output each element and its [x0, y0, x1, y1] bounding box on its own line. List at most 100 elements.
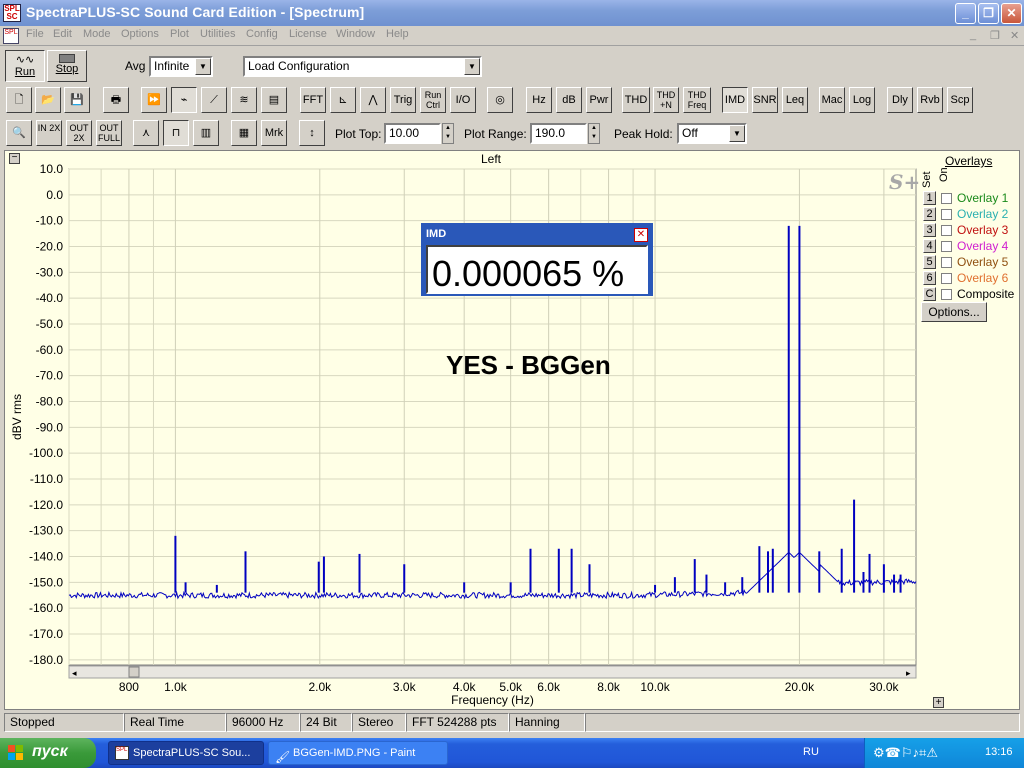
axis-button[interactable]: ⊾ — [330, 87, 356, 113]
bar-mode-button[interactable]: ⊓ — [163, 120, 189, 146]
dly-button[interactable]: Dly — [887, 87, 913, 113]
overlay-set-button[interactable]: 6 — [923, 271, 936, 285]
overlay-set-button[interactable]: C — [923, 287, 936, 301]
thd-button[interactable]: THD — [622, 87, 650, 113]
mdi-minimize-button[interactable]: _ — [970, 29, 976, 41]
fast-forward-button[interactable]: ⏩ — [141, 87, 167, 113]
spectrogram-button[interactable]: ≋ — [231, 87, 257, 113]
chevron-down-icon[interactable]: ▼ — [195, 58, 211, 75]
zoom-out-2x-button[interactable]: OUT 2X — [66, 120, 92, 146]
overlay-options-button[interactable]: Options... — [921, 302, 987, 322]
app-icon[interactable]: SPL SC — [3, 4, 21, 22]
chevron-down-icon[interactable]: ▼ — [729, 125, 745, 142]
plot-range-spinner[interactable]: ▲ ▼ — [588, 123, 600, 144]
config-select[interactable]: Load Configuration ▼ — [243, 56, 482, 77]
plot-range-input[interactable]: 190.0 — [530, 123, 587, 144]
y-tick-label: -110.0 — [30, 472, 63, 486]
menu-options[interactable]: Options — [121, 28, 159, 40]
io-button[interactable]: I/O — [450, 87, 476, 113]
menu-edit[interactable]: Edit — [53, 28, 72, 40]
trig-button[interactable]: Trig — [390, 87, 416, 113]
menu-file[interactable]: File — [26, 28, 44, 40]
menu-mode[interactable]: Mode — [83, 28, 111, 40]
overlay-checkbox[interactable] — [941, 257, 952, 268]
menu-plot[interactable]: Plot — [170, 28, 189, 40]
imd-meter-window[interactable]: IMD ✕ 0.000065 % — [421, 223, 653, 296]
octave-mode-button[interactable]: ▥ — [193, 120, 219, 146]
minimize-button[interactable]: _ — [955, 3, 976, 24]
signal-generator-button[interactable]: ◎ — [487, 87, 513, 113]
log-button[interactable]: Log — [849, 87, 875, 113]
imd-button[interactable]: IMD — [722, 87, 748, 113]
rvb-button[interactable]: Rvb — [917, 87, 943, 113]
weighting-icon: ⋀ — [368, 94, 378, 106]
overlay-set-button[interactable]: 1 — [923, 191, 936, 205]
thd-freq-button[interactable]: THD Freq — [683, 87, 711, 113]
peak-hold-select[interactable]: Off ▼ — [677, 123, 747, 144]
menu-help[interactable]: Help — [386, 28, 409, 40]
language-indicator[interactable]: RU — [803, 746, 819, 758]
zoom-out-full-button[interactable]: OUT FULL — [96, 120, 122, 146]
menu-config[interactable]: Config — [246, 28, 278, 40]
spectrum-mode-button[interactable]: ⌁ — [171, 87, 197, 113]
menu-utilities[interactable]: Utilities — [200, 28, 235, 40]
pwr-button[interactable]: Pwr — [586, 87, 612, 113]
peak-mode-button[interactable]: ⋏ — [133, 120, 159, 146]
start-button[interactable]: пуск — [0, 738, 96, 768]
stop-button[interactable]: Stop — [47, 50, 87, 82]
chevron-down-icon[interactable]: ▼ — [464, 58, 480, 75]
overlay-checkbox[interactable] — [941, 273, 952, 284]
open-file-button[interactable]: 📂 — [35, 87, 61, 113]
thd-n-button[interactable]: THD +N — [653, 87, 679, 113]
autoscale-button[interactable]: ↕ — [299, 120, 325, 146]
new-file-button[interactable]: 🗋 — [6, 87, 32, 113]
3d-surface-button[interactable]: ▤ — [261, 87, 287, 113]
db-button[interactable]: dB — [556, 87, 582, 113]
overlay-label: Overlay 3 — [957, 223, 1009, 237]
mac-button[interactable]: Mac — [819, 87, 845, 113]
overlay-set-button[interactable]: 2 — [923, 207, 936, 221]
ramp-button[interactable]: ⟋ — [201, 87, 227, 113]
save-button[interactable]: 💾 — [64, 87, 90, 113]
table-button[interactable]: ▦ — [231, 120, 257, 146]
run-ctrl-button[interactable]: Run Ctrl — [420, 87, 446, 113]
weighting-button[interactable]: ⋀ — [360, 87, 386, 113]
mrk-button[interactable]: Mrk — [261, 120, 287, 146]
maximize-button[interactable]: ❐ — [978, 3, 999, 24]
peak-icon: ⋏ — [141, 127, 151, 139]
overlay-checkbox[interactable] — [941, 209, 952, 220]
zoom-button[interactable]: 🔍 — [6, 120, 32, 146]
mdi-restore-button[interactable]: ❐ — [990, 29, 1000, 42]
leq-button[interactable]: Leq — [782, 87, 808, 113]
run-button[interactable]: ∿∿ Run — [5, 50, 45, 82]
collapse-button[interactable]: − — [9, 153, 20, 164]
mdi-close-button[interactable]: ✕ — [1010, 29, 1019, 42]
scp-button[interactable]: Scp — [947, 87, 973, 113]
task-paint[interactable]: 🖌 BGGen-IMD.PNG - Paint — [268, 741, 448, 765]
plot-top-spinner[interactable]: ▲ ▼ — [442, 123, 454, 144]
expand-button[interactable]: + — [933, 697, 944, 708]
document-icon[interactable]: SPL — [3, 28, 19, 44]
overlay-checkbox[interactable] — [941, 193, 952, 204]
zoom-in-2x-button[interactable]: IN 2X — [36, 120, 62, 146]
close-icon[interactable]: ✕ — [634, 228, 648, 242]
tray-icons[interactable]: ⚙☎⚐♪⌗⚠ — [873, 745, 938, 761]
overlay-checkbox[interactable] — [941, 225, 952, 236]
close-button[interactable]: ✕ — [1001, 3, 1022, 24]
overlay-set-button[interactable]: 5 — [923, 255, 936, 269]
snr-button[interactable]: SNR — [752, 87, 778, 113]
avg-select[interactable]: Infinite ▼ — [149, 56, 213, 77]
overlay-checkbox[interactable] — [941, 241, 952, 252]
fft-button[interactable]: FFT — [300, 87, 326, 113]
overlay-checkbox[interactable] — [941, 289, 952, 300]
hz-button[interactable]: Hz — [526, 87, 552, 113]
print-button[interactable]: 🖶 — [103, 87, 129, 113]
annotation-text: YES - BGGen — [446, 350, 611, 380]
task-spectraplus[interactable]: SPL SpectraPLUS-SC Sou... — [108, 741, 264, 765]
overlay-set-button[interactable]: 4 — [923, 239, 936, 253]
menu-window[interactable]: Window — [336, 28, 375, 40]
paint-icon: 🖌 — [275, 750, 291, 764]
overlay-set-button[interactable]: 3 — [923, 223, 936, 237]
menu-license[interactable]: License — [289, 28, 327, 40]
plot-top-input[interactable]: 10.00 — [384, 123, 441, 144]
